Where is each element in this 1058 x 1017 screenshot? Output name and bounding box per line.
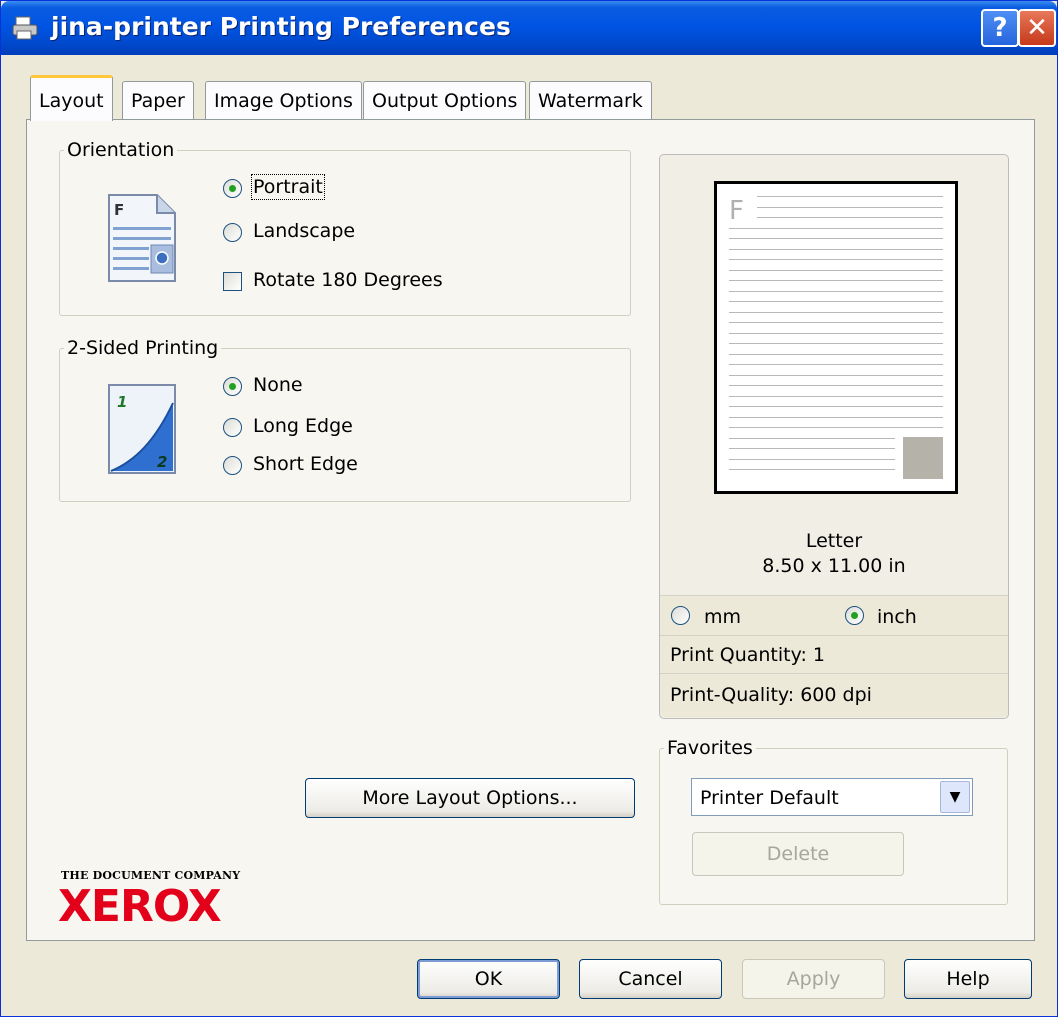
unit-inch-label[interactable]: inch <box>877 606 917 628</box>
xerox-logo: XEROX <box>58 881 222 932</box>
more-layout-options-button[interactable]: More Layout Options... <box>305 778 635 818</box>
long-edge-radio[interactable] <box>223 418 242 437</box>
preview-line <box>729 469 895 470</box>
preview-line <box>729 301 943 302</box>
print-quantity-row: Print Quantity: 1 <box>660 635 1008 673</box>
svg-text:2: 2 <box>157 453 167 471</box>
preview-line <box>729 458 895 460</box>
preview-line <box>729 238 943 239</box>
preview-line <box>729 269 943 271</box>
two-sided-none-radio[interactable] <box>223 377 242 396</box>
units-row: mm inch <box>660 595 1008 635</box>
preview-line <box>729 332 943 334</box>
favorites-select[interactable]: Printer Default ▼ <box>691 778 973 816</box>
preview-line <box>729 227 943 229</box>
preview-line <box>729 364 943 365</box>
two-sided-page-icon: 1 2 <box>108 384 176 474</box>
delete-favorite-button[interactable]: Delete <box>692 832 904 876</box>
favorites-group: Favorites <box>659 737 1008 905</box>
preview-image-block <box>903 437 943 479</box>
preview-line <box>729 448 895 449</box>
portrait-label[interactable]: Portrait <box>251 174 325 200</box>
two-sided-none-label[interactable]: None <box>253 374 303 396</box>
unit-mm-radio[interactable] <box>671 606 690 625</box>
print-quantity: Print Quantity: 1 <box>670 644 825 666</box>
rotate-180-label[interactable]: Rotate 180 Degrees <box>253 269 443 291</box>
paper-name: Letter <box>805 530 863 552</box>
favorites-legend: Favorites <box>667 737 753 759</box>
preview-line <box>729 427 943 428</box>
printer-icon <box>12 16 38 40</box>
paper-size: 8.50 x 11.00 in <box>762 555 906 577</box>
preview-line <box>757 217 943 218</box>
preview-line <box>729 353 943 355</box>
orientation-legend: Orientation <box>67 139 175 161</box>
help-title-button[interactable]: ? <box>981 9 1019 47</box>
preview-line <box>729 385 943 386</box>
preview-line <box>729 311 943 313</box>
short-edge-label[interactable]: Short Edge <box>253 453 358 475</box>
preview-line <box>729 259 943 260</box>
preview-line <box>729 437 895 439</box>
page-preview: F <box>714 181 958 494</box>
preview-line <box>729 343 943 344</box>
preview-line <box>729 248 943 250</box>
unit-inch-radio[interactable] <box>845 606 864 625</box>
preview-line <box>729 406 943 407</box>
cancel-button[interactable]: Cancel <box>579 959 722 999</box>
title-bar[interactable]: jina-printer Printing Preferences ? ✕ <box>1 1 1057 55</box>
long-edge-label[interactable]: Long Edge <box>253 415 353 437</box>
two-sided-legend: 2-Sided Printing <box>67 337 219 359</box>
tab-output-options[interactable]: Output Options <box>363 81 527 119</box>
tab-layout[interactable]: Layout <box>30 75 113 121</box>
favorites-selected-value: Printer Default <box>700 787 839 809</box>
preview-line <box>729 416 943 418</box>
preview-line <box>729 322 943 323</box>
ok-button[interactable]: OK <box>417 959 560 999</box>
close-button[interactable]: ✕ <box>1018 9 1056 47</box>
landscape-radio[interactable] <box>223 223 242 242</box>
tab-image-options[interactable]: Image Options <box>205 81 362 119</box>
svg-text:F: F <box>114 201 124 219</box>
dropdown-arrow-icon[interactable]: ▼ <box>940 781 970 813</box>
short-edge-radio[interactable] <box>223 456 242 475</box>
help-button[interactable]: Help <box>904 959 1032 999</box>
svg-text:1: 1 <box>117 393 127 411</box>
unit-mm-label[interactable]: mm <box>704 606 741 628</box>
printing-preferences-dialog: jina-printer Printing Preferences ? ✕ La… <box>0 0 1058 1017</box>
preview-letter: F <box>729 196 744 226</box>
preview-line <box>729 290 943 292</box>
print-quality: Print-Quality: 600 dpi <box>670 684 872 706</box>
portrait-radio[interactable] <box>223 179 242 198</box>
preview-line <box>729 395 943 397</box>
print-quality-row: Print-Quality: 600 dpi <box>660 673 1008 717</box>
page-preview-panel: F Letter 8.50 x 11.00 in mm inch Print Q… <box>659 154 1009 719</box>
window-title: jina-printer Printing Preferences <box>51 12 511 41</box>
preview-line <box>729 374 943 376</box>
preview-line <box>757 196 943 197</box>
tab-paper[interactable]: Paper <box>122 81 194 119</box>
apply-button[interactable]: Apply <box>742 959 885 999</box>
preview-line <box>729 280 943 281</box>
preview-line <box>757 206 943 208</box>
landscape-label[interactable]: Landscape <box>253 220 355 242</box>
portrait-page-icon: F <box>108 194 176 282</box>
rotate-180-checkbox[interactable] <box>223 272 242 291</box>
tab-watermark[interactable]: Watermark <box>529 81 652 119</box>
